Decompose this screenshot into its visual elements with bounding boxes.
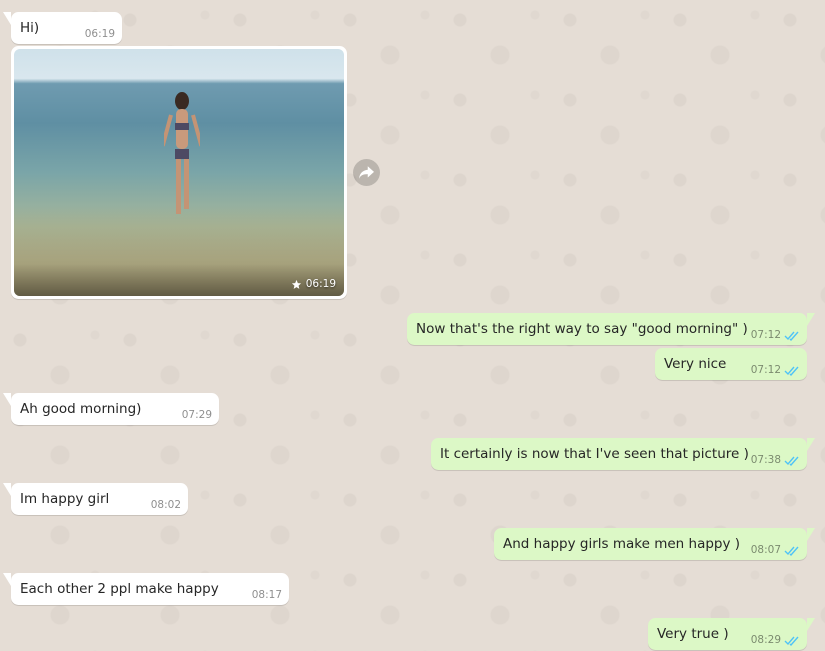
message-bubble[interactable]: Ah good morning) 07:29 bbox=[3, 393, 219, 425]
message-text: Im happy girl bbox=[20, 491, 110, 507]
image-message-bubble[interactable]: 06:19 bbox=[11, 46, 347, 299]
message-time: 08:17 bbox=[251, 589, 282, 601]
forward-icon bbox=[359, 166, 374, 179]
message-time: 07:38 bbox=[750, 454, 781, 466]
message-text: Now that's the right way to say "good mo… bbox=[416, 321, 748, 337]
double-check-icon bbox=[784, 366, 799, 376]
double-check-icon bbox=[784, 636, 799, 646]
message-time: 07:12 bbox=[750, 329, 781, 341]
message-text: And happy girls make men happy ) bbox=[503, 536, 741, 552]
double-check-icon bbox=[784, 331, 799, 341]
message-bubble[interactable]: Very true ) 08:29 bbox=[648, 618, 815, 650]
message-text: Hi) bbox=[20, 20, 40, 36]
double-check-icon bbox=[784, 456, 799, 466]
message-meta: 08:07 bbox=[751, 544, 800, 556]
message-text: Very true ) bbox=[657, 626, 729, 642]
message-time: 08:07 bbox=[750, 544, 781, 556]
message-text: It certainly is now that I've seen that … bbox=[440, 446, 749, 462]
message-bubble[interactable]: Each other 2 ppl make happy 08:17 bbox=[3, 573, 289, 605]
star-icon bbox=[291, 279, 301, 289]
message-bubble[interactable]: And happy girls make men happy ) 08:07 bbox=[494, 528, 815, 560]
beach-photo[interactable]: 06:19 bbox=[14, 49, 344, 296]
message-time: 08:29 bbox=[750, 634, 781, 646]
message-bubble[interactable]: Im happy girl 08:02 bbox=[3, 483, 188, 515]
message-text: Very nice bbox=[664, 356, 727, 372]
message-time: 06:19 bbox=[84, 28, 115, 40]
photo-person bbox=[164, 92, 200, 214]
message-bubble[interactable]: Very nice 07:12 bbox=[655, 348, 807, 380]
double-check-icon bbox=[784, 546, 799, 556]
message-text: Ah good morning) bbox=[20, 401, 142, 417]
message-time: 07:12 bbox=[750, 364, 781, 376]
message-meta: 07:12 bbox=[751, 329, 800, 341]
message-bubble[interactable]: It certainly is now that I've seen that … bbox=[431, 438, 815, 470]
message-time: 06:19 bbox=[305, 278, 336, 290]
message-time: 08:02 bbox=[150, 499, 181, 511]
message-text: Each other 2 ppl make happy bbox=[20, 581, 219, 597]
image-meta: 06:19 bbox=[291, 278, 336, 290]
message-meta: 07:12 bbox=[751, 364, 800, 376]
message-time: 07:29 bbox=[181, 409, 212, 421]
message-meta: 07:38 bbox=[751, 454, 800, 466]
message-bubble[interactable]: Hi) 06:19 bbox=[3, 12, 122, 44]
message-meta: 08:29 bbox=[751, 634, 800, 646]
forward-button[interactable] bbox=[353, 159, 380, 186]
message-bubble[interactable]: Now that's the right way to say "good mo… bbox=[407, 313, 815, 345]
